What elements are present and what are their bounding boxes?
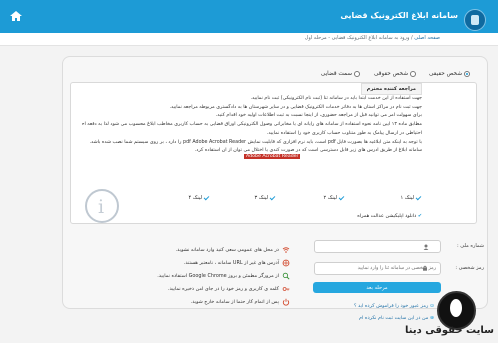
link-4-label[interactable]: لینک ۴ bbox=[188, 195, 202, 201]
search-icon bbox=[282, 272, 290, 280]
power-icon bbox=[282, 298, 290, 306]
notice-line-6-text: با توجه به اینکه متن ابلاغیه ها بصورت فا… bbox=[89, 139, 422, 145]
notice-tab: مراجعه کننده محترم bbox=[360, 83, 422, 95]
check-icon bbox=[270, 195, 276, 201]
radio-real-person-label: شخص حقیقی bbox=[429, 71, 462, 77]
tip-item: کلمه ی کاربری و رمز خود را در جای امن ذخ… bbox=[168, 285, 290, 293]
notice-line-5: احتیاطی در ارسال پیامک به طور متناوب حسا… bbox=[266, 130, 422, 136]
radio-legal-person-label: شخص حقوقی bbox=[373, 71, 408, 77]
username-label: شماره ملی : bbox=[456, 243, 484, 249]
link-2[interactable]: لینک ۲ bbox=[323, 195, 345, 201]
notice-line-4: مطابق ماده ۱۳ آیین نامه نحوه استفاده از … bbox=[82, 122, 422, 128]
tip-item: از مرورگر مطمئن و بروز Google Chrome است… bbox=[157, 272, 290, 280]
access-links: لینک ۱ لینک ۲ لینک ۳ لینک ۴ bbox=[152, 195, 422, 209]
link-3[interactable]: لینک ۳ bbox=[254, 195, 276, 201]
site-watermark: سایت حقوقی دینا bbox=[405, 291, 498, 341]
link-3-label[interactable]: لینک ۳ bbox=[254, 195, 268, 201]
radio-legal-person-dot[interactable] bbox=[410, 71, 416, 77]
forgot-password-link[interactable]: ⊙ رمز عبور خود را فراموش کرده اید ؟ bbox=[354, 303, 434, 309]
breadcrumb: صفحه اصلی / ورود به سامانه ابلاغ الکترون… bbox=[305, 35, 440, 41]
tip-text: از مرورگر مطمئن و بروز Google Chrome است… bbox=[157, 273, 279, 279]
tip-item: پس از اتمام کار حتما از سامانه خارج شوید… bbox=[191, 298, 290, 306]
radio-judicial-role[interactable]: سمت قضایی bbox=[321, 71, 360, 77]
breadcrumb-current: ورود به سامانه ابلاغ الکترونیک قضایی - م… bbox=[304, 35, 410, 41]
check-icon bbox=[416, 195, 422, 201]
tip-item: در محل های عمومی سعی کنید وارد سامانه نش… bbox=[176, 246, 290, 254]
acrobat-highlight[interactable]: Adobe Acrobat Reader bbox=[244, 154, 301, 159]
tip-text: آدرس های غیر از URL سامانه ، نامعتبر هست… bbox=[183, 260, 279, 266]
notice-body: جهت استفاده از این خدمت ابتدا باید در سا… bbox=[82, 95, 422, 156]
app-title: سامانه ابلاغ الکترونیک قضایی bbox=[340, 11, 458, 20]
notice-line-6: با توجه به اینکه متن ابلاغیه ها بصورت فا… bbox=[82, 139, 422, 148]
next-step-button[interactable]: مرحله بعد bbox=[313, 282, 441, 293]
check-icon: ✔ bbox=[417, 213, 422, 219]
globe-icon bbox=[282, 259, 290, 267]
wifi-icon bbox=[282, 246, 290, 254]
info-icon bbox=[85, 189, 119, 223]
security-tips: در محل های عمومی سعی کنید وارد سامانه نش… bbox=[120, 246, 290, 324]
user-icon bbox=[423, 244, 429, 250]
radio-real-person-dot[interactable] bbox=[464, 71, 470, 77]
judiciary-logo-icon bbox=[464, 9, 486, 31]
radio-real-person[interactable]: شخص حقیقی bbox=[429, 71, 470, 77]
radio-judicial-role-label: سمت قضایی bbox=[320, 71, 352, 77]
password-label: رمز شخصی : bbox=[455, 265, 484, 271]
link-1-label[interactable]: لینک ۱ bbox=[400, 195, 414, 201]
username-input[interactable] bbox=[314, 240, 441, 253]
radio-judicial-role-dot[interactable] bbox=[354, 71, 360, 77]
notice-line-3: برای سهولت امر می توانید قبل از مراجعه ح… bbox=[215, 113, 422, 119]
notice-line-2: جهت ثبت نام در مراکز استان ها به دفاتر خ… bbox=[169, 104, 422, 110]
tip-item: آدرس های غیر از URL سامانه ، نامعتبر هست… bbox=[184, 259, 290, 267]
key-icon bbox=[282, 285, 290, 293]
check-icon bbox=[339, 195, 345, 201]
forgot-password-label[interactable]: رمز عبور خود را فراموش کرده اید ؟ bbox=[354, 303, 428, 309]
app-download-label[interactable]: دانلود اپلیکیشن عدالت همراه bbox=[357, 213, 416, 219]
notice-line-1: جهت استفاده از این خدمت ابتدا باید در سا… bbox=[250, 96, 423, 101]
watermark-text: سایت حقوقی دینا bbox=[405, 325, 494, 336]
lock-icon bbox=[422, 265, 428, 271]
breadcrumb-home-link[interactable]: صفحه اصلی bbox=[414, 35, 440, 41]
register-label[interactable]: من در این سایت ثبت نام نکرده ام bbox=[359, 315, 428, 321]
radio-legal-person[interactable]: شخص حقوقی bbox=[374, 71, 416, 77]
tip-text: کلمه ی کاربری و رمز خود را در جای امن ذخ… bbox=[167, 286, 279, 292]
tip-text: در محل های عمومی سعی کنید وارد سامانه نش… bbox=[175, 247, 279, 253]
breadcrumb-separator: / bbox=[409, 35, 413, 41]
home-icon[interactable] bbox=[8, 8, 24, 24]
app-download-link[interactable]: ✔ دانلود اپلیکیشن عدالت همراه bbox=[357, 213, 422, 219]
link-4[interactable]: لینک ۴ bbox=[188, 195, 210, 201]
link-1[interactable]: لینک ۱ bbox=[400, 195, 422, 201]
check-icon bbox=[204, 195, 210, 201]
tip-text: پس از اتمام کار حتما از سامانه خارج شوید… bbox=[190, 299, 279, 305]
link-2-label[interactable]: لینک ۲ bbox=[323, 195, 337, 201]
